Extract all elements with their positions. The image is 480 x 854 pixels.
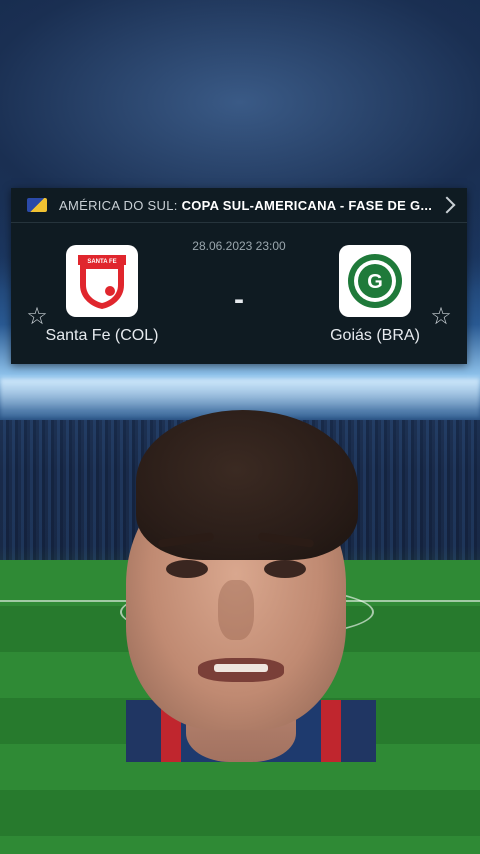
teeth xyxy=(214,664,268,672)
svg-text:G: G xyxy=(367,271,383,293)
svg-text:SANTA FE: SANTA FE xyxy=(87,259,116,265)
goias-crest-icon: G xyxy=(348,254,402,308)
region-label: AMÉRICA DO SUL: xyxy=(59,197,178,213)
favorite-away-star-icon[interactable]: ☆ xyxy=(429,305,453,329)
competition-title: AMÉRICA DO SUL: COPA SUL-AMERICANA - FAS… xyxy=(59,198,433,213)
left-eye xyxy=(166,560,208,578)
person-cutout xyxy=(126,410,376,762)
match-card[interactable]: AMÉRICA DO SUL: COPA SUL-AMERICANA - FAS… xyxy=(11,188,467,364)
right-eye xyxy=(264,560,306,578)
chevron-right-icon[interactable] xyxy=(438,196,456,214)
goias-logo[interactable]: G xyxy=(339,245,411,317)
competition-label: COPA SUL-AMERICANA - FASE DE G... xyxy=(181,197,433,213)
match-row: ☆ SANTA FE 28.06.2023 23:00 - G ☆ Santa … xyxy=(11,223,467,363)
competition-header[interactable]: AMÉRICA DO SUL: COPA SUL-AMERICANA - FAS… xyxy=(11,188,467,223)
away-team-name[interactable]: Goiás (BRA) xyxy=(285,327,465,345)
south-america-flag-icon xyxy=(27,198,47,212)
nose xyxy=(218,580,254,640)
home-team-name[interactable]: Santa Fe (COL) xyxy=(12,327,192,345)
